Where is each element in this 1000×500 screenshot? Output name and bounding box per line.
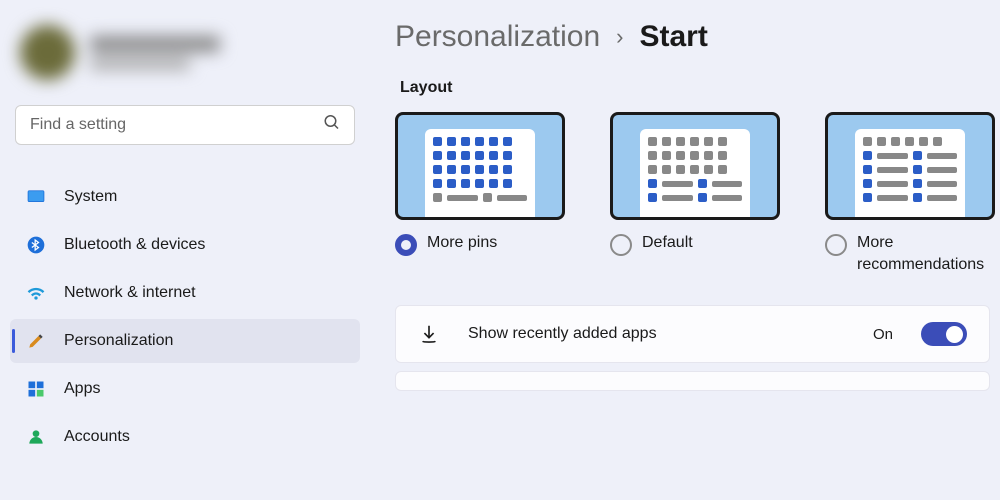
avatar [20, 25, 75, 80]
sidebar-item-bluetooth[interactable]: Bluetooth & devices [10, 223, 360, 267]
setting-row-partial [395, 371, 990, 391]
sidebar-item-label: Accounts [64, 428, 130, 446]
chevron-right-icon: › [616, 24, 623, 50]
apps-icon [26, 379, 46, 399]
sidebar-item-accounts[interactable]: Accounts [10, 415, 360, 459]
wifi-icon [26, 283, 46, 303]
layout-option-more-pins[interactable]: More pins [395, 112, 565, 275]
download-icon [418, 323, 440, 345]
layout-options: More pins Default [395, 112, 1000, 275]
breadcrumb-parent[interactable]: Personalization [395, 20, 600, 54]
radio-label: More recommendations [857, 232, 995, 275]
layout-thumb-more-recs [825, 112, 995, 220]
radio-more-recommendations[interactable] [825, 234, 847, 256]
bluetooth-icon [26, 235, 46, 255]
search-input[interactable] [15, 105, 355, 145]
radio-label: Default [642, 232, 693, 254]
layout-option-default[interactable]: Default [610, 112, 780, 275]
system-icon [26, 187, 46, 207]
page-title: Start [639, 20, 707, 54]
sidebar-item-system[interactable]: System [10, 175, 360, 219]
sidebar-item-apps[interactable]: Apps [10, 367, 360, 411]
radio-more-pins[interactable] [395, 234, 417, 256]
toggle-state-text: On [873, 326, 893, 343]
settings-list: Show recently added apps On [395, 305, 1000, 391]
sidebar-item-personalization[interactable]: Personalization [10, 319, 360, 363]
radio-label: More pins [427, 232, 497, 254]
paintbrush-icon [26, 331, 46, 351]
breadcrumb: Personalization › Start [395, 20, 1000, 54]
setting-row-recently-added: Show recently added apps On [395, 305, 990, 363]
sidebar-item-label: Apps [64, 380, 100, 398]
toggle-recently-added[interactable] [921, 322, 967, 346]
user-text [90, 36, 220, 70]
sidebar-item-label: Bluetooth & devices [64, 236, 205, 254]
sidebar-item-label: System [64, 188, 117, 206]
section-title-layout: Layout [400, 79, 1000, 97]
search-icon[interactable] [323, 114, 341, 137]
accounts-icon [26, 427, 46, 447]
layout-thumb-more-pins [395, 112, 565, 220]
radio-default[interactable] [610, 234, 632, 256]
sidebar-item-label: Network & internet [64, 284, 196, 302]
setting-label: Show recently added apps [468, 325, 845, 343]
sidebar-item-network[interactable]: Network & internet [10, 271, 360, 315]
sidebar-nav: System Bluetooth & devices Network & int… [10, 175, 360, 459]
sidebar-item-label: Personalization [64, 332, 173, 350]
layout-thumb-default [610, 112, 780, 220]
user-account-header[interactable] [10, 10, 360, 105]
layout-option-more-recommendations[interactable]: More recommendations [825, 112, 995, 275]
search-box [15, 105, 355, 145]
